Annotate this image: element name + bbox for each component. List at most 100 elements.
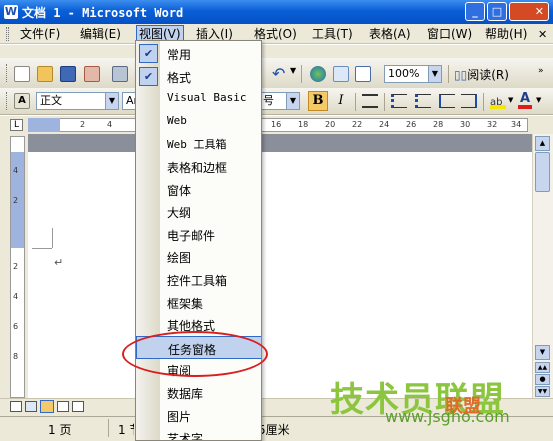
menu-window[interactable]: 窗口(W) [427, 26, 472, 42]
toolbar-grip[interactable] [6, 64, 9, 82]
view-menu-item[interactable]: ✔ 格式 [136, 65, 261, 88]
menubar-grip[interactable] [6, 27, 9, 41]
bold-button[interactable]: B [308, 91, 328, 111]
print-layout-view-icon[interactable] [40, 400, 54, 413]
toolbar-separator [483, 93, 484, 111]
outline-view-icon[interactable] [57, 401, 69, 412]
ruler-tick: 26 [406, 120, 417, 129]
undo-dropdown-icon[interactable]: ▼ [290, 66, 296, 75]
highlight-dropdown-icon[interactable]: ▼ [508, 96, 513, 104]
read-mode-button[interactable]: ▯▯阅读(R) [454, 66, 509, 83]
view-menu-item-label: 大纲 [167, 206, 192, 221]
ruler-tick: 30 [460, 120, 471, 129]
ruler-margin-left [28, 118, 60, 132]
justify-icon[interactable] [362, 94, 378, 108]
select-browse-object-icon[interactable]: ● [535, 374, 550, 385]
decrease-indent-icon[interactable] [439, 94, 455, 108]
view-menu-item[interactable]: 艺术字 [136, 426, 261, 441]
permission-icon[interactable] [84, 66, 100, 82]
toolbar-separator [448, 65, 449, 83]
view-menu-item[interactable]: 绘图 [136, 245, 261, 268]
view-menu-item-label: 图片 [167, 409, 192, 424]
ruler-tick: 2 [80, 120, 86, 129]
zoom-value: 100% [388, 67, 420, 80]
zoom-dropdown-icon[interactable]: ▼ [428, 66, 441, 82]
ruler-tick: 22 [352, 120, 363, 129]
web-view-icon[interactable] [25, 401, 37, 412]
ruler-tick: 20 [325, 120, 336, 129]
indent-marker-icon[interactable] [47, 116, 55, 134]
menu-tools[interactable]: 工具(T) [312, 26, 353, 42]
view-menu-item[interactable]: Web [136, 110, 261, 133]
highlight-icon[interactable]: ab [490, 94, 506, 109]
menu-file[interactable]: 文件(F) [20, 26, 60, 42]
view-menu-item[interactable]: 大纲 [136, 200, 261, 223]
styles-pane-icon[interactable]: A [14, 93, 30, 109]
undo-icon[interactable]: ↶ [272, 64, 285, 83]
menu-help[interactable]: 帮助(H) [485, 26, 527, 42]
view-menu-item[interactable]: 表格和边框 [136, 155, 261, 178]
tables-borders-icon[interactable] [333, 66, 349, 82]
scroll-thumb[interactable] [535, 152, 550, 192]
view-menu-item-label: 窗体 [167, 183, 192, 198]
toolbar-grip[interactable] [6, 92, 9, 110]
toolbar-separator [301, 65, 302, 83]
save-icon[interactable] [60, 66, 76, 82]
view-menu-item[interactable]: 框架集 [136, 291, 261, 314]
scroll-down-icon[interactable]: ▼ [535, 345, 550, 360]
normal-view-icon[interactable] [10, 401, 22, 412]
bullets-icon[interactable] [415, 94, 431, 108]
status-position: 5厘米 [258, 423, 290, 437]
font-color-dropdown-icon[interactable]: ▼ [536, 96, 541, 104]
toolbar-separator [355, 93, 356, 111]
open-folder-icon[interactable] [37, 66, 53, 82]
new-document-icon[interactable] [14, 66, 30, 82]
view-menu-item-label: Visual Basic [167, 91, 247, 105]
maximize-button[interactable]: □ [487, 2, 507, 21]
view-menu-item[interactable]: 图片 [136, 404, 261, 427]
scroll-up-icon[interactable]: ▲ [535, 136, 550, 151]
reading-view-icon[interactable] [72, 401, 84, 412]
view-menu-item[interactable]: 电子邮件 [136, 223, 261, 246]
close-button[interactable]: ✕ [509, 2, 549, 21]
ruler-tick: 28 [433, 120, 444, 129]
numbering-icon[interactable] [391, 94, 407, 108]
tab-selector-icon[interactable]: L [10, 119, 23, 131]
vruler-tick: 2 [13, 262, 19, 271]
status-page: 1 页 [48, 423, 72, 437]
font-size-dropdown-icon[interactable]: ▼ [286, 93, 299, 109]
prev-page-icon[interactable]: ▲▲ [535, 362, 550, 373]
view-menu-item[interactable]: Web 工具箱 [136, 132, 261, 155]
italic-button[interactable]: I [332, 91, 350, 111]
font-color-icon[interactable]: A [518, 92, 532, 109]
word-window: W 文档 1 - Microsoft Word _ □ ✕ 文件(F) 编辑(E… [0, 0, 553, 441]
view-menu-item[interactable]: Visual Basic [136, 87, 261, 110]
document-canvas[interactable] [28, 134, 532, 398]
view-menu-item[interactable]: 窗体 [136, 178, 261, 201]
view-menu-item-label: 控件工具箱 [167, 274, 228, 288]
toolbar-options-icon[interactable]: » [538, 66, 544, 76]
insert-table-icon[interactable] [355, 66, 371, 82]
vruler-tick: 2 [13, 196, 19, 205]
ruler-tick: 32 [487, 120, 498, 129]
menu-table[interactable]: 表格(A) [369, 26, 411, 42]
increase-indent-icon[interactable] [461, 94, 477, 108]
hyperlink-globe-icon[interactable] [310, 66, 326, 82]
next-page-icon[interactable]: ▼▼ [535, 386, 550, 397]
view-menu-item[interactable]: 控件工具箱 [136, 268, 261, 291]
menu-edit[interactable]: 编辑(E) [80, 26, 121, 42]
print-icon[interactable] [112, 66, 128, 82]
book-icon: ▯▯ [454, 68, 468, 82]
vruler-tick: 4 [13, 166, 19, 175]
view-menu-item-label: 电子邮件 [167, 228, 216, 243]
view-menu-item[interactable]: 数据库 [136, 381, 261, 404]
minimize-button[interactable]: _ [465, 2, 485, 21]
style-dropdown-icon[interactable]: ▼ [105, 93, 118, 109]
margin-corner-mark [52, 228, 53, 248]
toolbar-separator [384, 93, 385, 111]
close-document-icon[interactable]: ✕ [538, 28, 547, 41]
view-menu: ✔ 常用 ✔ 格式 Visual Basic Web Web 工具箱表格和边框窗体大纲电子邮… [135, 40, 262, 441]
view-menu-item[interactable]: ✔ 常用 [136, 42, 261, 65]
view-menu-item-label: 表格和边框 [167, 161, 228, 175]
view-menu-item-label: 艺术字 [167, 432, 204, 441]
